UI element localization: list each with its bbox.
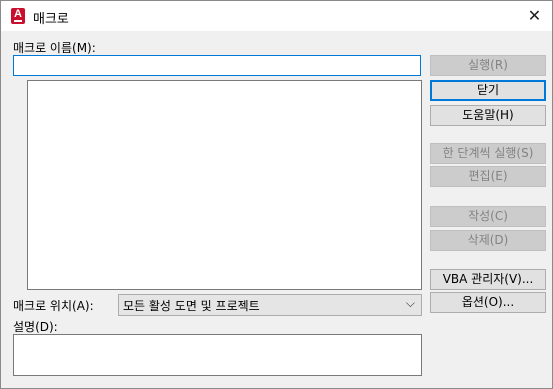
delete-button[interactable]: 삭제(D) — [430, 230, 546, 251]
autocad-app-icon: A — [11, 8, 25, 24]
step-into-button[interactable]: 한 단계씩 실행(S) — [430, 143, 546, 164]
macro-list[interactable] — [27, 80, 422, 290]
macro-location-value: 모든 활성 도면 및 프로젝트 — [123, 299, 260, 313]
window-title: 매크로 — [33, 12, 69, 27]
help-button[interactable]: 도움말(H) — [430, 105, 546, 126]
close-icon[interactable]: ✕ — [517, 1, 552, 31]
run-button[interactable]: 실행(R) — [430, 55, 546, 76]
close-button[interactable]: 닫기 — [430, 80, 546, 101]
edit-button[interactable]: 편집(E) — [430, 166, 546, 187]
vba-manager-button[interactable]: VBA 관리자(V)... — [430, 269, 546, 290]
title-bar: A 매크로 ✕ — [1, 1, 552, 31]
macro-location-dropdown[interactable]: 모든 활성 도면 및 프로젝트 ⌵ — [118, 294, 422, 316]
description-field[interactable] — [13, 334, 422, 376]
options-button[interactable]: 옵션(O)... — [430, 292, 546, 313]
description-label: 설명(D): — [13, 320, 58, 334]
macro-name-input[interactable] — [13, 55, 421, 76]
create-button[interactable]: 작성(C) — [430, 206, 546, 227]
macro-location-label: 매크로 위치(A): — [13, 299, 94, 313]
macro-dialog: A 매크로 ✕ 매크로 이름(M): 매크로 위치(A): 모든 활성 도면 및… — [0, 0, 553, 389]
app-icon-letter: A — [14, 8, 22, 20]
macro-name-label: 매크로 이름(M): — [13, 41, 96, 55]
chevron-down-icon: ⌵ — [405, 296, 415, 310]
